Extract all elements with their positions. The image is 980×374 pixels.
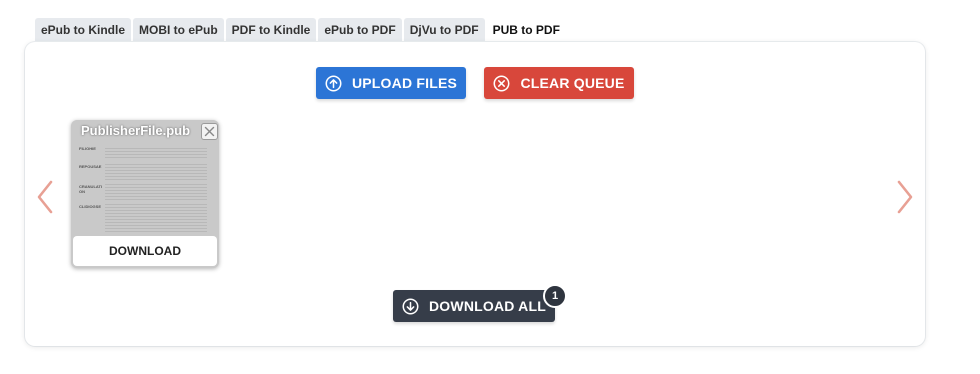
tab-mobi-to-epub[interactable]: MOBI to ePub xyxy=(133,18,224,42)
file-name: PublisherFile.pub xyxy=(81,123,191,138)
arrow-up-circle-icon xyxy=(325,75,342,91)
conversion-tabs: ePub to Kindle MOBI to ePub PDF to Kindl… xyxy=(35,18,566,42)
tab-epub-to-kindle[interactable]: ePub to Kindle xyxy=(35,18,131,42)
download-file-button[interactable]: DOWNLOAD xyxy=(73,236,217,266)
x-circle-icon xyxy=(493,75,510,91)
close-icon xyxy=(204,126,215,137)
thumbnail-lines xyxy=(105,148,207,158)
thumbnail-lines xyxy=(105,164,207,180)
tab-djvu-to-pdf[interactable]: DjVu to PDF xyxy=(403,18,485,42)
clear-queue-label: CLEAR QUEUE xyxy=(520,75,625,91)
thumbnail-lines xyxy=(105,204,207,232)
clear-queue-button[interactable]: CLEAR QUEUE xyxy=(484,67,634,99)
thumbnail-text: REPOUSAE xyxy=(79,164,102,169)
thumbnail-lines xyxy=(105,184,207,202)
converter-panel: UPLOAD FILES CLEAR QUEUE FILIOHIE REPOUS… xyxy=(25,42,925,346)
upload-files-label: UPLOAD FILES xyxy=(351,75,458,91)
tab-epub-to-pdf[interactable]: ePub to PDF xyxy=(318,18,402,42)
download-all-label: DOWNLOAD ALL xyxy=(429,298,546,314)
download-count-badge: 1 xyxy=(543,284,567,308)
file-thumbnail: FILIOHIE REPOUSAE CRANULATI ON CLIDIOGSE xyxy=(79,142,211,234)
file-card: FILIOHIE REPOUSAE CRANULATI ON CLIDIOGSE… xyxy=(71,120,219,268)
chevron-right-icon[interactable] xyxy=(896,180,914,214)
tab-pdf-to-kindle[interactable]: PDF to Kindle xyxy=(225,18,317,42)
tab-pub-to-pdf[interactable]: PUB to PDF xyxy=(486,18,566,42)
upload-files-button[interactable]: UPLOAD FILES xyxy=(316,67,466,99)
download-all-button[interactable]: DOWNLOAD ALL xyxy=(393,290,555,322)
thumbnail-text: CRANULATI ON xyxy=(79,184,103,194)
thumbnail-text: CLIDIOGSE xyxy=(79,204,102,209)
arrow-down-circle-icon xyxy=(402,298,419,314)
chevron-left-icon[interactable] xyxy=(36,180,54,214)
thumbnail-text: FILIOHIE xyxy=(79,146,96,151)
remove-file-button[interactable] xyxy=(201,123,218,140)
